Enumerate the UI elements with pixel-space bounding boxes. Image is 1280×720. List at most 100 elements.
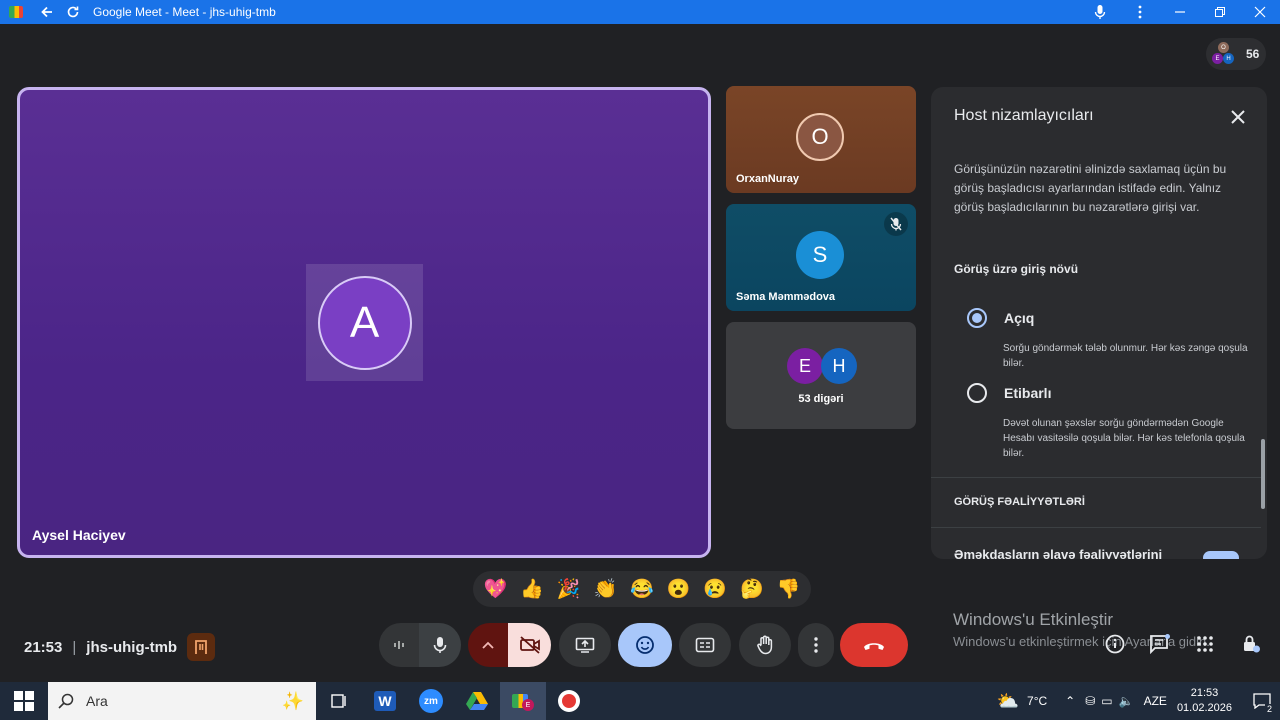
search-placeholder: Ara [86,693,108,709]
reactions-button[interactable] [618,623,672,667]
chat-icon[interactable] [1147,631,1173,657]
present-screen-button[interactable] [559,623,611,667]
participant-mini-avatars: O E H [1212,42,1236,66]
option-open[interactable]: Açıq [967,308,1034,328]
reaction-sparkling-heart[interactable]: 💖 [478,577,512,601]
reactions-bar: 💖 👍 🎉 👏 😂 😮 😢 🤔 👎 [473,571,811,607]
participants-count: 56 [1246,47,1260,61]
meeting-info: 21:53 | jhs-uhig-tmb [24,633,216,661]
reaction-thinking[interactable]: 🤔 [735,577,769,601]
word-app-icon[interactable]: W [362,682,408,720]
watermark-title: Windows'u Etkinleştir [953,610,1114,629]
restore-icon[interactable] [1200,2,1240,22]
mini-avatar-e: E [1212,53,1223,64]
system-tray: ⛅ 7°C ⌃ ⛁ ▭ 🔈 AZE 21:53 01.02.2026 2 [997,682,1280,720]
reaction-surprised[interactable]: 😮 [662,577,696,601]
notification-count: 2 [1264,704,1274,714]
participant-name: Səma Məmmədova [736,291,836,303]
volume-icon[interactable]: 🔈 [1119,694,1134,708]
reload-icon[interactable] [63,2,83,22]
search-icon [58,693,74,709]
option-label: Etibarlı [1004,385,1052,401]
leave-call-button[interactable] [840,623,908,667]
close-window-icon[interactable] [1240,2,1280,22]
battery-icon[interactable]: ▭ [1101,694,1112,708]
meeting-details-icon[interactable] [1102,631,1128,657]
participant-tile-others[interactable]: E H 53 digəri [726,322,916,429]
microphone-icon[interactable] [1080,2,1120,22]
avatar-h: H [821,348,857,384]
back-arrow-icon[interactable] [37,2,57,22]
input-language[interactable]: AZE [1144,694,1167,708]
option-trusted[interactable]: Etibarlı [967,383,1051,403]
weather-temperature[interactable]: 7°C [1027,694,1047,708]
microphone-button[interactable] [419,623,461,667]
reaction-clapping[interactable]: 👏 [588,577,622,601]
audio-settings-icon[interactable] [379,623,419,667]
more-vert-icon[interactable] [1120,2,1160,22]
setting-toggle[interactable] [1203,551,1239,559]
camera-options-chevron-up-icon[interactable] [468,623,508,667]
taskbar-search[interactable]: Ara ✨ [48,682,316,720]
camera-off-button[interactable] [508,623,551,667]
main-avatar-frame: A [306,264,423,381]
meet-stage: O E H 56 A Aysel Haciyev O OrxanNuray S … [0,24,1280,682]
taskbar-clock[interactable]: 21:53 01.02.2026 [1177,686,1232,716]
network-icon[interactable]: ⛁ [1085,694,1095,708]
windows-start-icon[interactable] [0,682,48,720]
separator: | [72,638,77,656]
more-options-button[interactable] [798,623,834,667]
reaction-crying[interactable]: 😢 [698,577,732,601]
main-video-tile[interactable]: A Aysel Haciyev [17,87,711,558]
panel-description: Görüşünüzün nəzarətini əlinizdə saxlamaq… [954,162,1227,214]
avatar-orxan: O [796,113,844,161]
clock-time: 21:53 [1190,687,1219,699]
screen-recorder-icon[interactable] [546,682,592,720]
divider [931,527,1261,528]
reaction-party-popper[interactable]: 🎉 [552,577,586,601]
main-avatar: A [317,275,412,370]
participants-button[interactable]: O E H 56 [1206,38,1266,70]
avatar-sema: S [796,231,844,279]
notification-center-icon[interactable]: 2 [1244,682,1280,720]
host-controls-panel: Host nizamlayıcıları Görüşünüzün nəzarət… [931,87,1267,559]
captions-button[interactable] [679,623,731,667]
activities-icon[interactable] [1192,631,1218,657]
option-description: Dəvət olunan şəxslər sorğu göndərmədən G… [1003,418,1245,459]
window-title: Google Meet - Meet - jhs-uhig-tmb [93,5,276,19]
reaction-thumbs-down[interactable]: 👎 [772,577,806,601]
others-count-label: 53 digəri [798,393,844,405]
divider [931,477,1261,478]
radio-unselected-icon[interactable] [967,383,987,403]
reaction-laughing[interactable]: 😂 [625,577,659,601]
mic-off-icon [884,212,908,236]
mic-control-group [379,623,461,667]
host-controls-badge-icon[interactable] [187,633,216,661]
option-description: Sorğu göndərmək tələb olunmur. Hər kəs z… [1003,343,1248,369]
minimize-icon[interactable] [1160,2,1200,22]
raise-hand-button[interactable] [739,623,791,667]
meeting-code: jhs-uhig-tmb [86,638,178,656]
radio-selected-icon[interactable] [967,308,987,328]
sparkles-icon: ✨ [281,690,304,711]
meeting-time: 21:53 [24,638,63,656]
task-view-icon[interactable] [316,682,362,720]
weather-cloud-icon[interactable]: ⛅ [997,691,1019,712]
mini-avatar-h: H [1223,53,1234,64]
zoom-app-icon[interactable]: zm [408,682,454,720]
chevron-up-icon[interactable]: ⌃ [1065,694,1075,708]
close-icon[interactable] [1225,104,1251,130]
participant-tile-orxan[interactable]: O OrxanNuray [726,86,916,193]
activities-heading: GÖRÜŞ FƏALİYYƏTLƏRİ [954,496,1085,508]
participant-tile-sema[interactable]: S Səma Məmmədova [726,204,916,311]
access-type-heading: Görüş üzrə giriş növü [954,262,1079,276]
avatar-e: E [787,348,823,384]
host-controls-lock-icon[interactable] [1238,631,1264,657]
panel-title: Host nizamlayıcıları [954,107,1094,124]
reaction-thumbs-up[interactable]: 👍 [515,577,549,601]
main-tile-name: Aysel Haciyev [32,527,126,543]
meet-favicon-icon [9,6,23,18]
panel-scrollbar[interactable] [1261,439,1265,509]
meet-app-icon[interactable]: E [500,682,546,720]
google-drive-icon[interactable] [454,682,500,720]
